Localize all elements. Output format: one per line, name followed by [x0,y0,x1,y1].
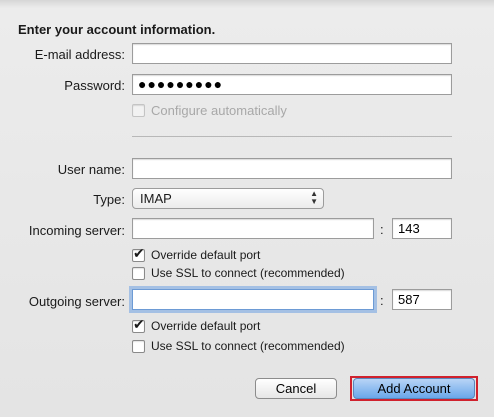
form-heading: Enter your account information. [18,22,216,37]
type-label: Type: [93,192,125,207]
outgoing-port-separator: : [380,293,384,308]
incoming-port-field[interactable]: 143 [392,218,452,239]
password-field[interactable]: ●●●●●●●●● [132,74,452,95]
outgoing-override-port-label: Override default port [151,319,261,333]
incoming-use-ssl-checkbox[interactable] [132,266,145,280]
incoming-use-ssl-row[interactable]: Use SSL to connect (recommended) [132,266,345,280]
outgoing-use-ssl-row[interactable]: Use SSL to connect (recommended) [132,339,345,353]
outgoing-server-label: Outgoing server: [28,294,125,309]
email-label: E-mail address: [34,47,125,62]
cancel-button[interactable]: Cancel [255,378,337,399]
outgoing-use-ssl-checkbox[interactable] [132,339,145,353]
incoming-use-ssl-label: Use SSL to connect (recommended) [151,266,345,280]
outgoing-port-field[interactable]: 587 [392,289,452,310]
incoming-server-label: Incoming server: [28,223,125,238]
username-label: User name: [57,162,125,177]
account-type-select[interactable]: IMAP ▲ ▼ [132,188,324,209]
outgoing-server-field[interactable] [132,289,374,310]
account-type-value: IMAP [140,191,172,206]
configure-automatically-checkbox-row[interactable]: Configure automatically [132,103,287,118]
incoming-override-port-label: Override default port [151,248,261,262]
checkmark-icon: ✔ [133,315,145,332]
configure-automatically-checkbox[interactable] [132,104,145,117]
incoming-override-port-row[interactable]: ✔ Override default port [132,245,261,262]
email-field[interactable] [132,43,452,64]
select-arrows-icon: ▲ ▼ [310,189,318,206]
add-account-highlight [350,376,478,401]
outgoing-override-port-checkbox[interactable]: ✔ [132,316,145,333]
outgoing-use-ssl-label: Use SSL to connect (recommended) [151,339,345,353]
username-field[interactable] [132,158,452,179]
window-top-edge [0,0,494,8]
incoming-override-port-checkbox[interactable]: ✔ [132,245,145,262]
section-divider [132,136,452,137]
incoming-server-field[interactable] [132,218,374,239]
checkmark-icon: ✔ [133,244,145,261]
password-label: Password: [64,78,125,93]
configure-automatically-label: Configure automatically [151,103,287,118]
incoming-port-separator: : [380,222,384,237]
outgoing-override-port-row[interactable]: ✔ Override default port [132,316,261,333]
